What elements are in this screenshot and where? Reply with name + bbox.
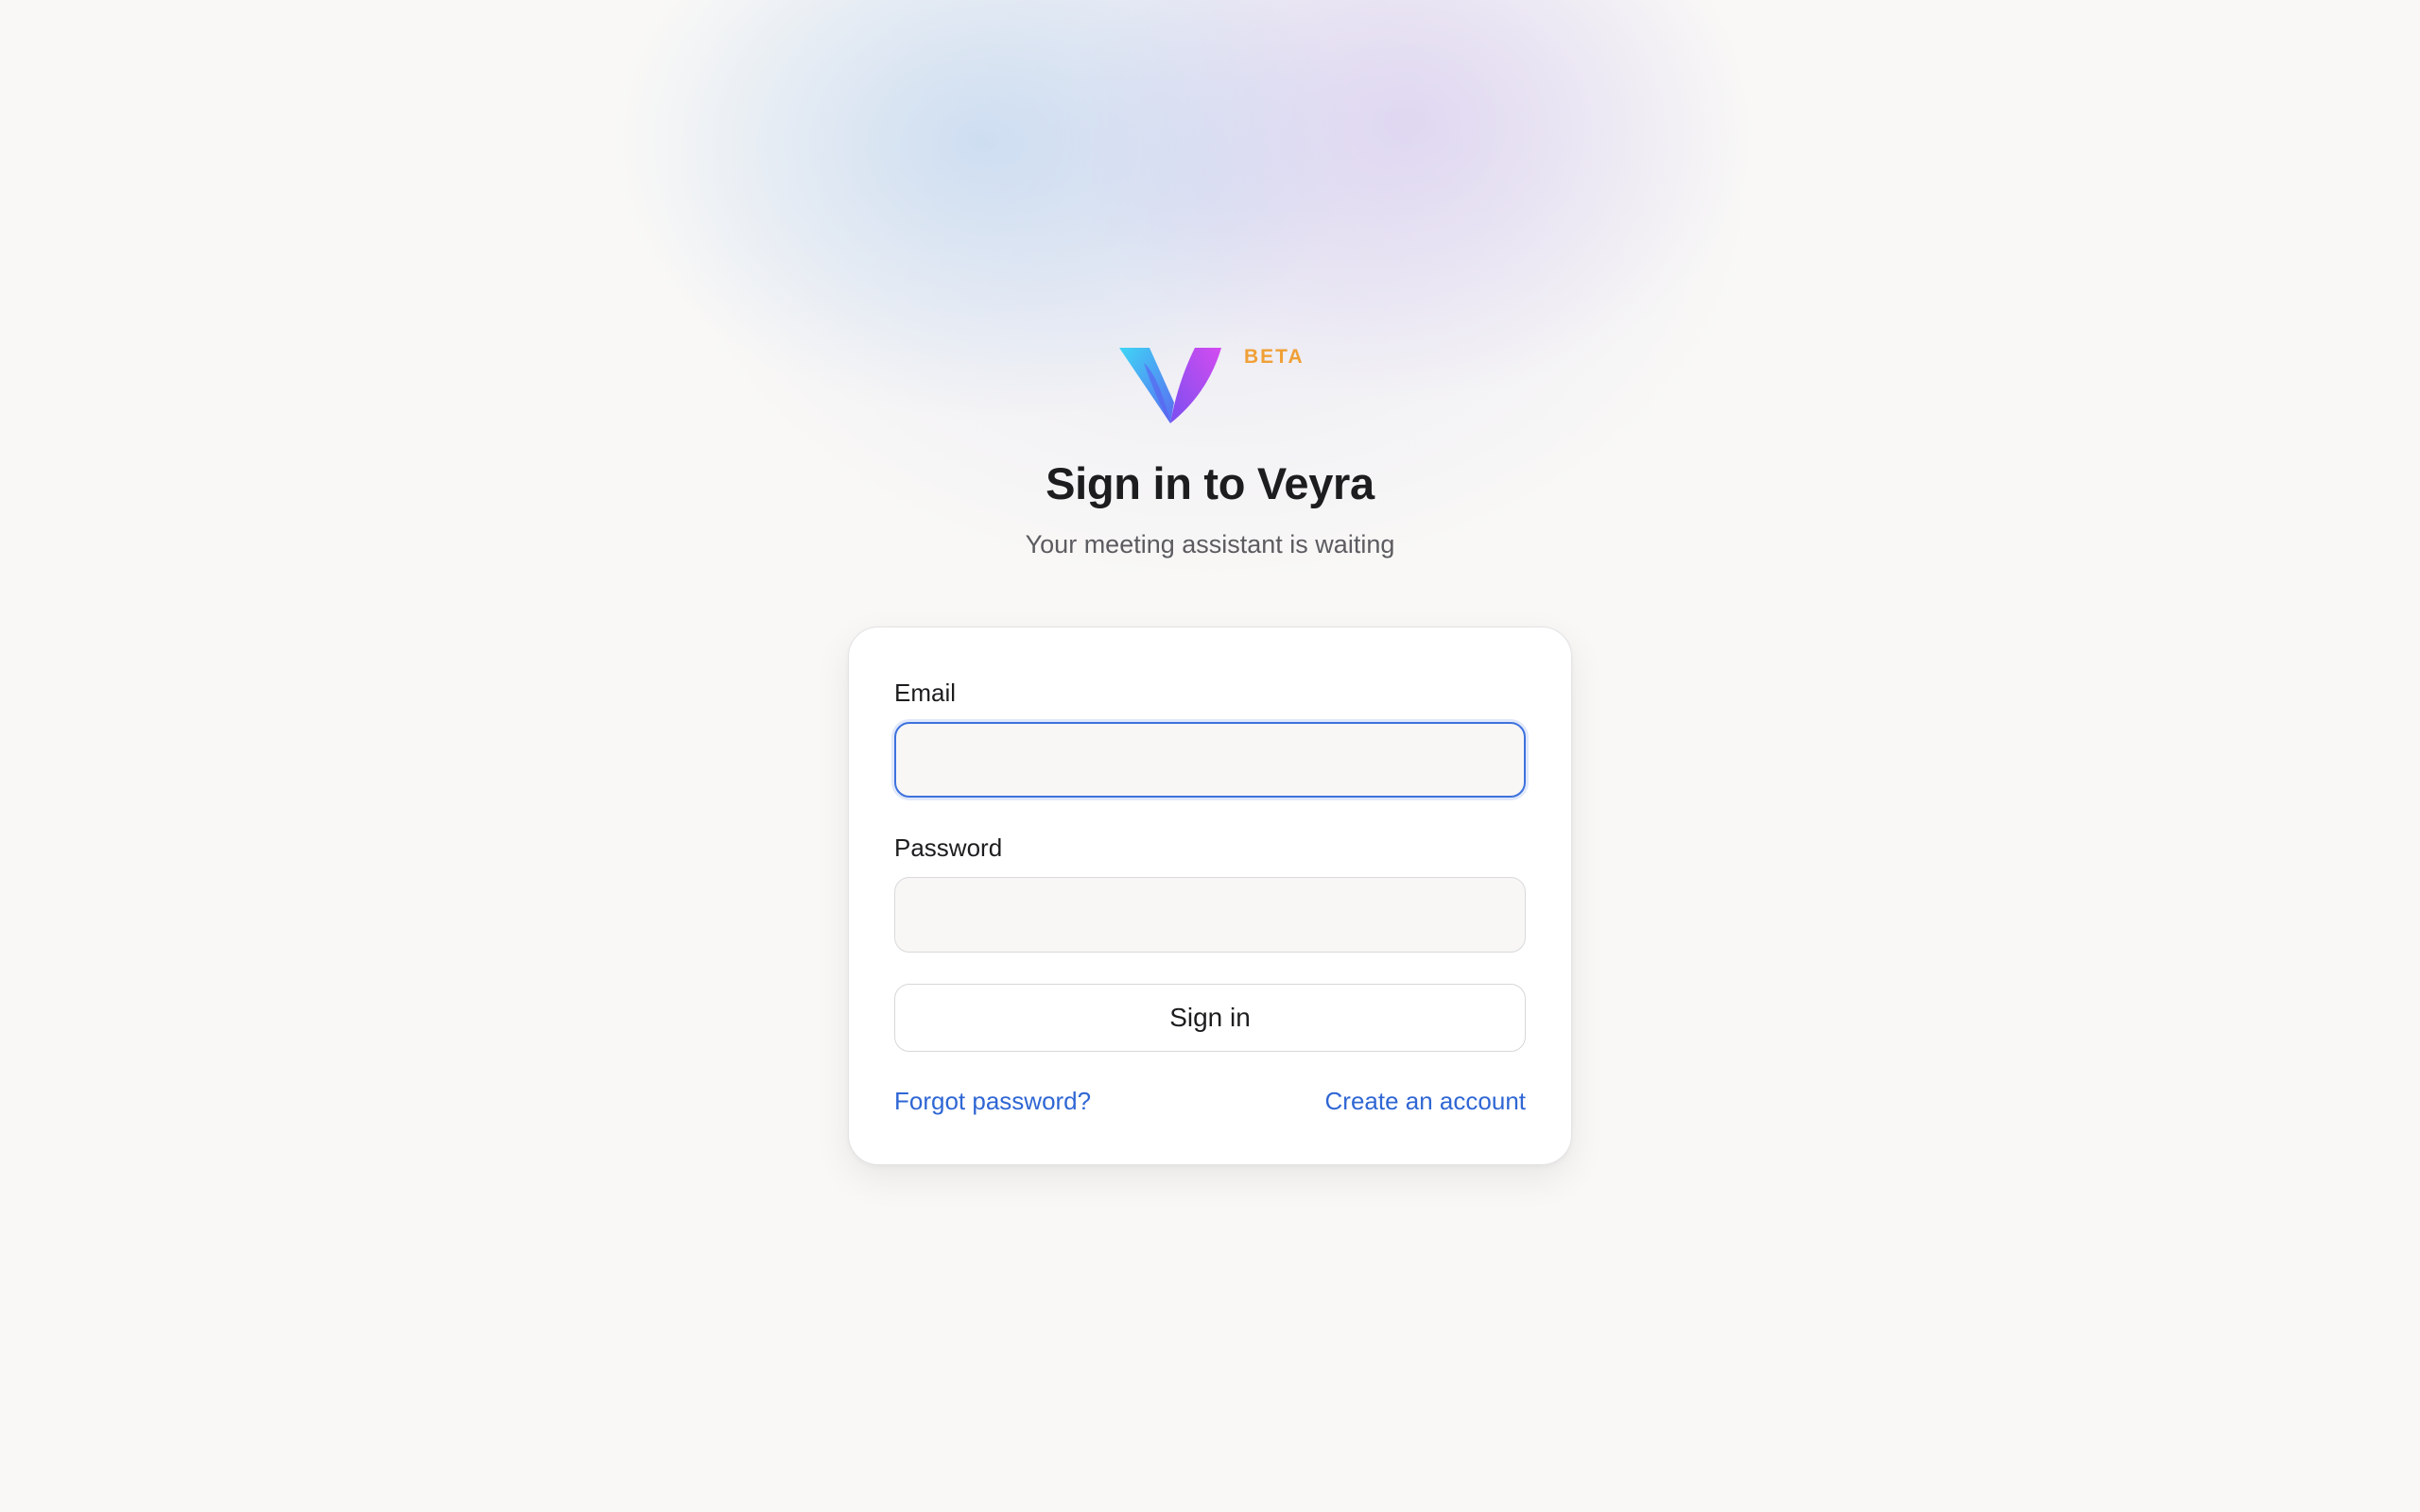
email-label: Email	[894, 679, 957, 707]
sign-in-card: Email Password Sign in Forgot password? …	[848, 627, 1572, 1165]
page-title: Sign in to Veyra	[1046, 458, 1374, 508]
password-input[interactable]	[894, 877, 1526, 953]
email-input[interactable]	[894, 722, 1526, 798]
create-account-link[interactable]: Create an account	[1325, 1087, 1526, 1116]
sign-in-button[interactable]: Sign in	[894, 984, 1526, 1052]
password-label: Password	[894, 833, 1003, 862]
veyra-v-logo-icon	[1119, 348, 1221, 423]
beta-badge: BETA	[1244, 346, 1305, 368]
forgot-password-link[interactable]: Forgot password?	[894, 1087, 1091, 1116]
page-subtitle: Your meeting assistant is waiting	[1025, 530, 1395, 558]
